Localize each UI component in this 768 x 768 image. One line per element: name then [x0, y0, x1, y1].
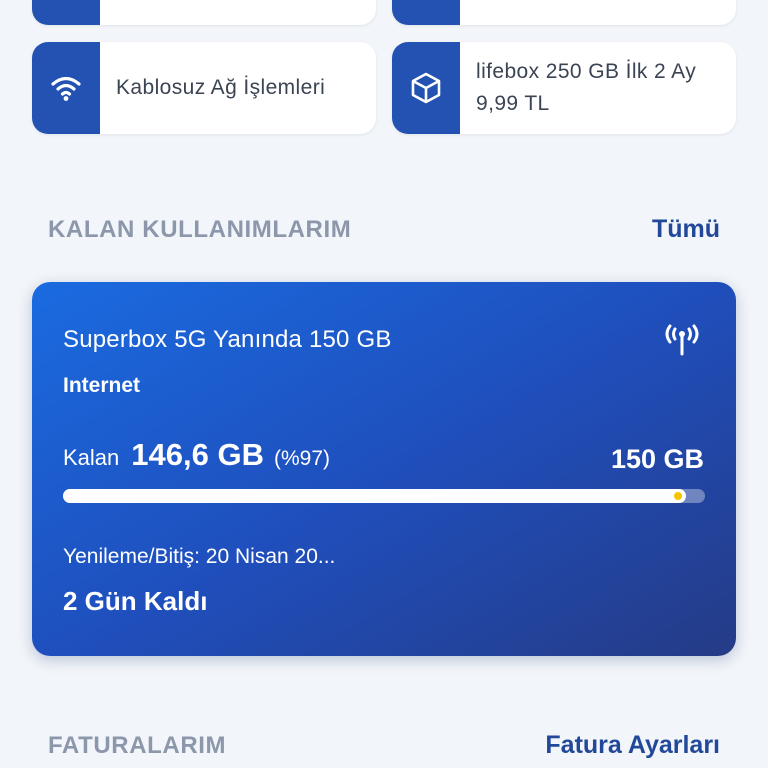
lifebox-offer-label: lifebox 250 GB İlk 2 Ay 9,99 TL [476, 60, 697, 115]
bills-section-title: FATURALARIM [48, 732, 227, 759]
quick-action-tile-2[interactable] [392, 0, 736, 25]
quick-action-tile-1[interactable] [32, 0, 376, 25]
wifi-operations-tile[interactable]: Kablosuz Ağ İşlemleri [32, 42, 376, 134]
remaining-row: Kalan 146,6 GB (%97) [63, 437, 330, 473]
usage-progress-track [63, 489, 705, 503]
box-icon [392, 42, 460, 134]
lifebox-offer-tile[interactable]: lifebox 250 GB İlk 2 Ay 9,99 TL [392, 42, 736, 134]
package-name: Superbox 5G Yanında 150 GB [63, 326, 392, 353]
usage-type-label: Internet [63, 374, 141, 397]
antenna-signal-icon [662, 320, 702, 361]
bill-settings-link[interactable]: Fatura Ayarları [545, 731, 720, 760]
quick-action-icon-box-2 [392, 0, 460, 25]
wifi-icon [32, 42, 100, 134]
remaining-prefix: Kalan [63, 445, 120, 470]
quick-action-icon-box-1 [32, 0, 100, 25]
wifi-operations-label: Kablosuz Ağ İşlemleri [116, 76, 326, 99]
usage-section-title: KALAN KULLANIMLARIM [48, 216, 352, 243]
usage-progress-fill [63, 489, 686, 503]
days-left: 2 Gün Kaldı [63, 586, 208, 616]
remaining-percent: (%97) [273, 447, 331, 470]
usage-see-all-link[interactable]: Tümü [652, 215, 720, 244]
quick-action-label-1 [100, 0, 376, 25]
total-amount: 150 GB [610, 444, 704, 474]
quick-action-label-2 [460, 0, 736, 25]
usage-card[interactable]: Superbox 5G Yanında 150 GB Internet Kala… [32, 282, 736, 656]
renewal-date: Yenileme/Bitiş: 20 Nisan 20... [63, 545, 336, 568]
usage-progress-indicator [673, 492, 682, 500]
remaining-value: 146,6 GB [131, 437, 264, 472]
